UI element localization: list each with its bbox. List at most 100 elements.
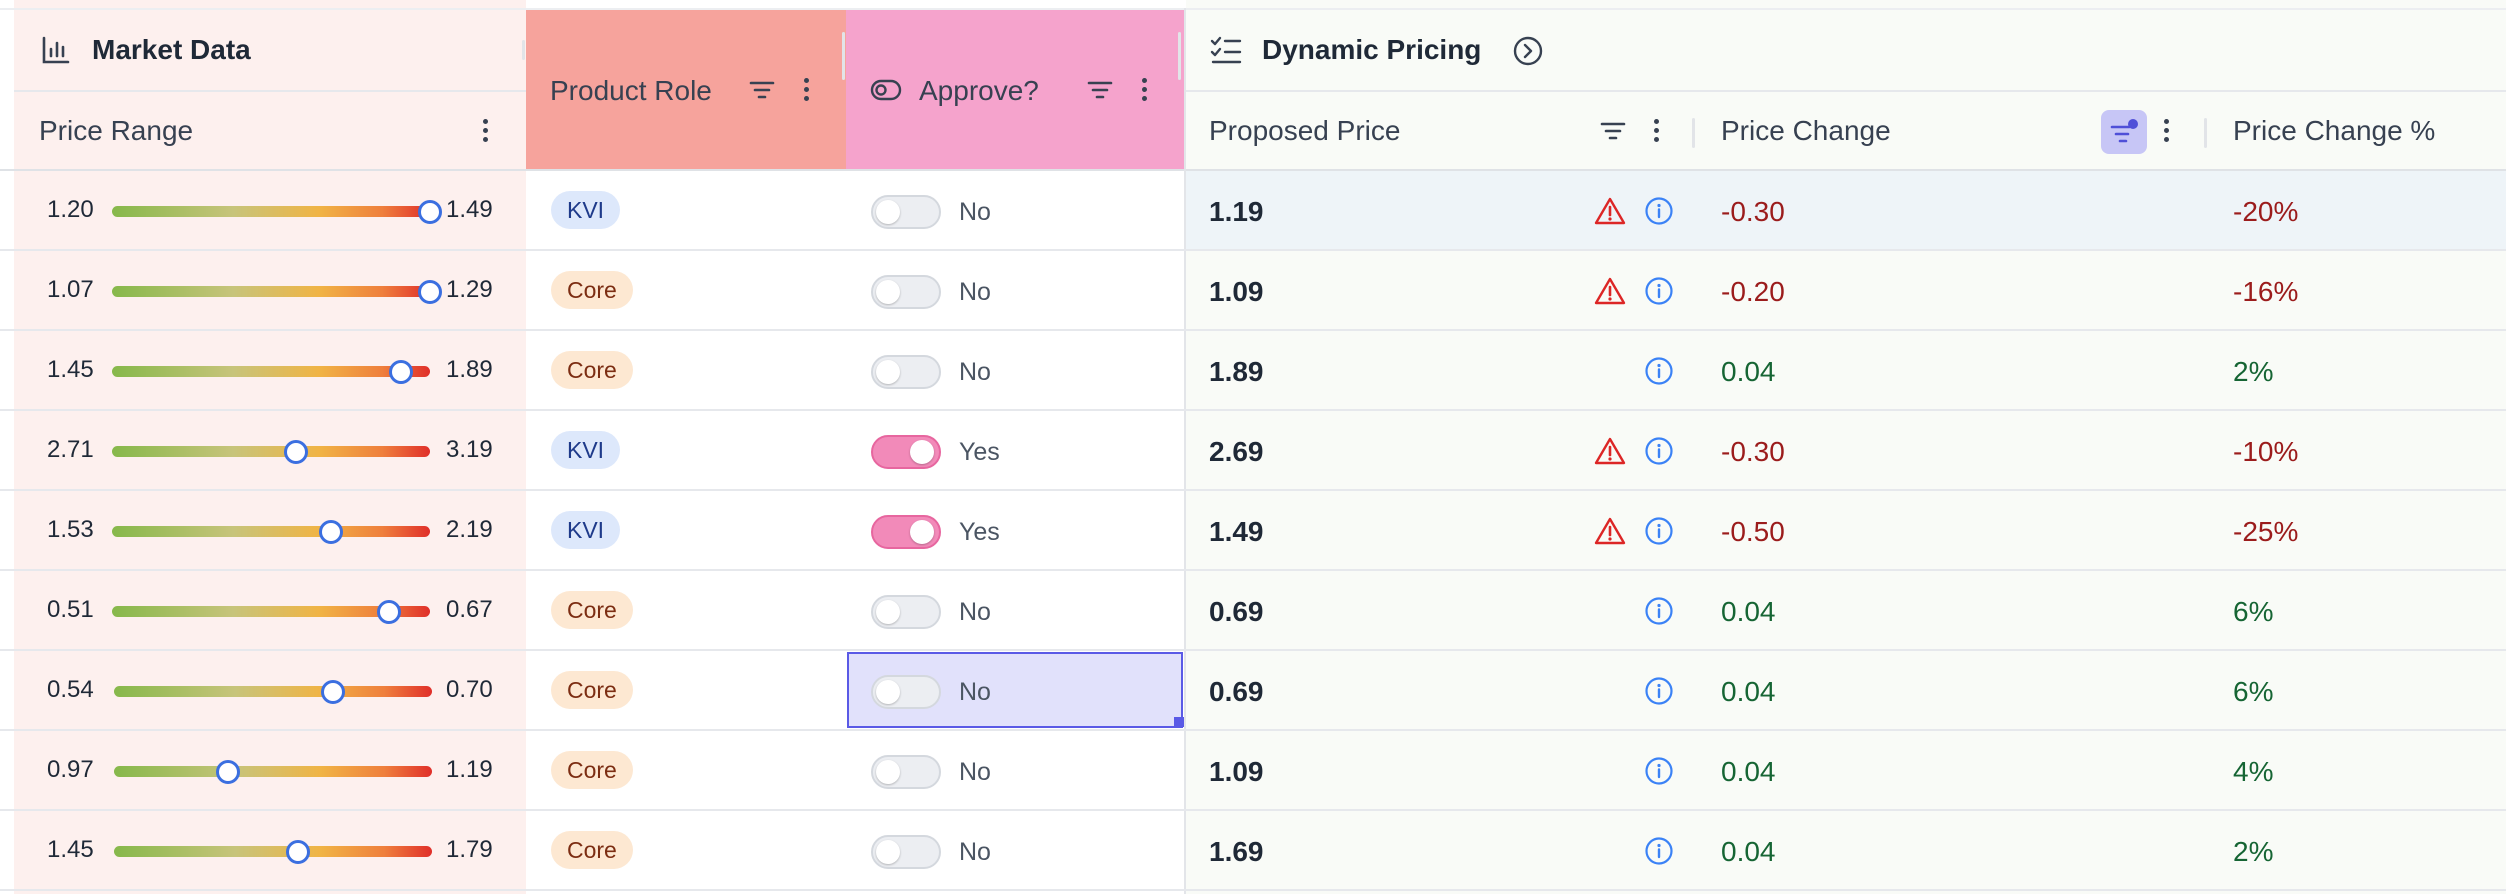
approve-header[interactable]: Approve? <box>919 75 1039 107</box>
table-row[interactable]: 1.45 1.89 Core No 1.89 0.04 2% <box>0 331 2506 411</box>
table-row[interactable]: 2.71 3.19 KVI Yes 2.69 -0.30 -10% <box>0 411 2506 491</box>
approve-toggle[interactable] <box>871 515 941 549</box>
price-change-value: -0.20 <box>1721 276 1785 307</box>
price-range-max: 1.49 <box>446 196 493 223</box>
info-circle-icon[interactable] <box>1644 596 1674 626</box>
proposed-price-value[interactable]: 0.69 <box>1209 676 1264 708</box>
resize-handle[interactable] <box>2204 118 2207 148</box>
info-circle-icon[interactable] <box>1644 436 1674 466</box>
proposed-price-value[interactable]: 1.89 <box>1209 356 1264 388</box>
info-circle-icon[interactable] <box>1644 516 1674 546</box>
warning-triangle-icon[interactable] <box>1594 436 1626 466</box>
approve-toggle[interactable] <box>871 835 941 869</box>
approve-toggle[interactable] <box>871 195 941 229</box>
table-row[interactable]: 1.07 1.29 Core No 1.09 -0.20 -16% <box>0 251 2506 331</box>
price-range-min: 0.54 <box>47 676 94 703</box>
table-row[interactable]: 0.51 0.67 Core No 0.69 0.04 6% <box>0 571 2506 651</box>
proposed-price-value[interactable]: 1.49 <box>1209 516 1264 548</box>
approve-toggle[interactable] <box>871 355 941 389</box>
table-row[interactable]: 1.20 1.49 KVI No 1.19 -0.30 -20% <box>0 171 2506 251</box>
approve-toggle[interactable] <box>871 675 941 709</box>
toggle-icon <box>870 79 902 101</box>
resize-handle[interactable] <box>1692 118 1695 148</box>
price-change-pct-value: -25% <box>2233 516 2299 547</box>
info-circle-icon[interactable] <box>1644 676 1674 706</box>
toggle-knob <box>876 280 900 304</box>
price-change-pct-header[interactable]: Price Change % <box>2233 115 2435 147</box>
row-bg <box>1186 411 2506 491</box>
table-row[interactable]: 0.54 0.70 Core No 0.69 0.04 6% <box>0 651 2506 731</box>
chevron-right-circle-icon[interactable] <box>1512 35 1544 67</box>
price-change-header[interactable]: Price Change <box>1721 115 1891 147</box>
approve-menu-icon[interactable] <box>1142 78 1148 105</box>
price-range-header[interactable]: Price Range <box>39 115 193 147</box>
row-bg <box>1186 491 2506 571</box>
product-role-badge: KVI <box>551 511 621 549</box>
price-range-thumb[interactable] <box>284 440 309 464</box>
filter-icon[interactable] <box>1599 117 1627 145</box>
product-role-header[interactable]: Product Role <box>550 75 712 107</box>
row-bg <box>1186 571 2506 651</box>
bar-chart-icon <box>42 36 70 64</box>
price-range-slider-track <box>114 686 432 697</box>
price-change-menu-icon[interactable] <box>2164 119 2170 146</box>
proposed-price-value[interactable]: 2.69 <box>1209 436 1264 468</box>
table-row[interactable]: 1.53 2.19 KVI Yes 1.49 -0.50 -25% <box>0 491 2506 571</box>
info-circle-icon[interactable] <box>1644 276 1674 306</box>
price-range-max: 1.79 <box>446 836 493 863</box>
toggle-knob <box>910 440 934 464</box>
price-change-pct-value: 2% <box>2233 356 2274 387</box>
price-change-value: -0.30 <box>1721 196 1785 227</box>
active-filter-button[interactable] <box>2101 110 2147 154</box>
proposed-price-value[interactable]: 0.69 <box>1209 596 1264 628</box>
info-circle-icon[interactable] <box>1644 196 1674 226</box>
price-change-pct-value: 6% <box>2233 676 2274 707</box>
info-circle-icon[interactable] <box>1644 356 1674 386</box>
approve-toggle[interactable] <box>871 755 941 789</box>
toggle-knob <box>876 600 900 624</box>
warning-triangle-icon[interactable] <box>1594 516 1626 546</box>
market-group-divider <box>14 90 526 92</box>
price-range-slider-track <box>114 846 432 857</box>
warning-triangle-icon[interactable] <box>1594 276 1626 306</box>
resize-handle[interactable] <box>1178 32 1181 80</box>
price-range-menu-icon[interactable] <box>483 119 489 146</box>
price-range-thumb[interactable] <box>286 840 311 864</box>
price-range-thumb[interactable] <box>319 520 344 544</box>
price-range-thumb[interactable] <box>418 280 442 304</box>
warning-triangle-icon[interactable] <box>1594 196 1626 226</box>
approve-toggle[interactable] <box>871 435 941 469</box>
proposed-price-value[interactable]: 1.19 <box>1209 196 1264 228</box>
price-change-value: 0.04 <box>1721 676 1776 707</box>
price-range-thumb[interactable] <box>418 200 442 224</box>
price-range-thumb[interactable] <box>389 360 414 384</box>
proposed-price-value[interactable]: 1.09 <box>1209 756 1264 788</box>
price-range-thumb[interactable] <box>216 760 241 784</box>
product-role-menu-icon[interactable] <box>804 78 810 105</box>
resize-handle[interactable] <box>522 40 525 60</box>
price-range-min: 1.20 <box>47 196 94 223</box>
price-range-min: 1.45 <box>47 356 94 383</box>
info-circle-icon[interactable] <box>1644 836 1674 866</box>
approve-toggle[interactable] <box>871 595 941 629</box>
resize-handle[interactable] <box>842 32 845 80</box>
price-range-slider-track <box>112 286 430 297</box>
proposed-price-menu-icon[interactable] <box>1654 119 1660 146</box>
filter-icon[interactable] <box>748 76 776 104</box>
price-range-max: 3.19 <box>446 436 493 463</box>
approve-toggle[interactable] <box>871 275 941 309</box>
info-circle-icon[interactable] <box>1644 756 1674 786</box>
table-row[interactable]: 0.97 1.19 Core No 1.09 0.04 4% <box>0 731 2506 811</box>
fill-handle[interactable] <box>1174 717 1184 727</box>
price-change-pct-value: -16% <box>2233 276 2299 307</box>
price-range-thumb[interactable] <box>376 600 401 624</box>
proposed-price-header[interactable]: Proposed Price <box>1209 115 1400 147</box>
filter-icon[interactable] <box>1086 76 1114 104</box>
approve-value: No <box>959 198 991 226</box>
approve-value: No <box>959 278 991 306</box>
table-row[interactable]: 1.45 1.79 Core No 1.69 0.04 2% <box>0 811 2506 891</box>
proposed-price-value[interactable]: 1.09 <box>1209 276 1264 308</box>
proposed-price-value[interactable]: 1.69 <box>1209 836 1264 868</box>
price-range-max: 1.89 <box>446 356 493 383</box>
price-range-thumb[interactable] <box>321 680 346 704</box>
